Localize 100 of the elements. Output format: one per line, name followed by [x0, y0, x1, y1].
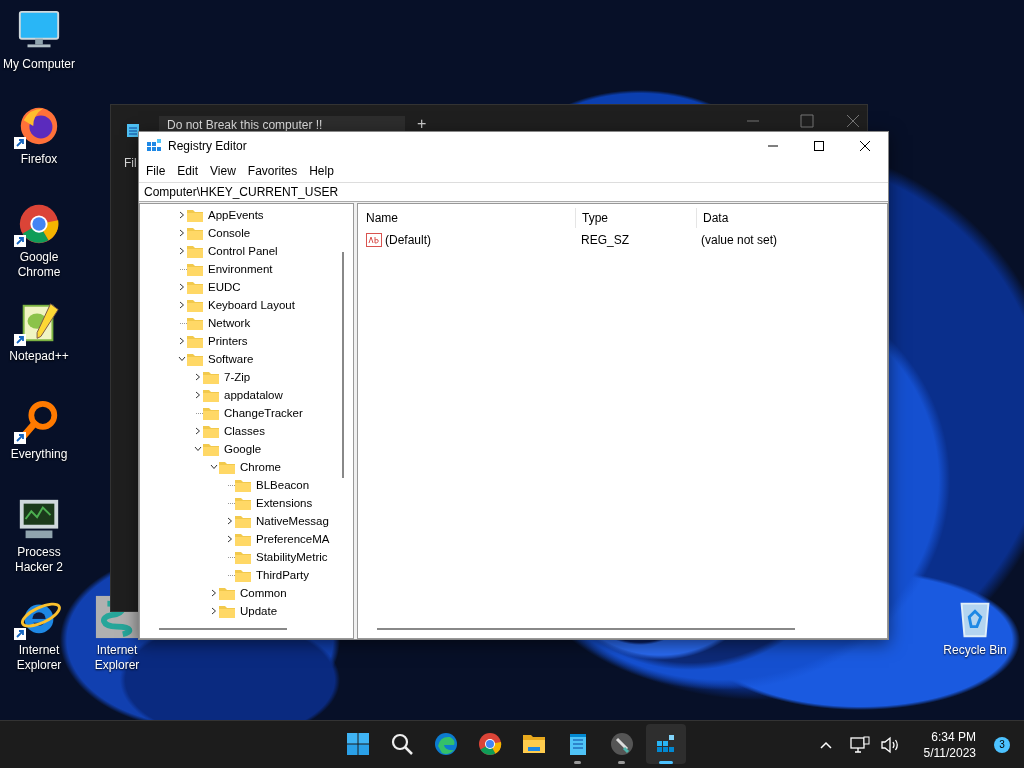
tree-item[interactable]: PreferenceMA	[256, 533, 330, 545]
menu-item[interactable]: Fil	[124, 156, 137, 170]
desktop-icon-label[interactable]: Internet Explorer	[0, 643, 78, 673]
windows-logo-icon	[346, 732, 370, 756]
column-header[interactable]: Type	[576, 208, 697, 228]
clock-time[interactable]: 6:34 PM	[931, 728, 976, 745]
tree-item[interactable]: Network	[208, 317, 251, 329]
chevron-up-icon[interactable]	[819, 740, 832, 749]
tree-item[interactable]: appdatalow	[224, 389, 283, 401]
folder-icon	[203, 406, 219, 420]
menu-item[interactable]: View	[204, 164, 242, 178]
scrollbar-thumb[interactable]	[342, 252, 344, 478]
tree-item[interactable]: Common	[240, 587, 287, 599]
folder-icon	[187, 226, 203, 240]
scrollbar-thumb[interactable]	[159, 628, 287, 630]
taskbar-button[interactable]	[646, 724, 686, 764]
tree-item[interactable]: Chrome	[240, 461, 281, 473]
chevron-down-icon[interactable]	[178, 355, 186, 363]
folder-icon	[203, 424, 219, 438]
notification-badge[interactable]: 3	[994, 736, 1010, 753]
desktop-icon-label[interactable]: Process Hacker 2	[0, 545, 78, 575]
speaker-icon[interactable]	[879, 735, 900, 754]
folder-icon	[187, 280, 203, 294]
folder-icon	[235, 568, 251, 582]
tree-item[interactable]: Printers	[208, 335, 248, 347]
tree-item[interactable]: EUDC	[208, 281, 241, 293]
folder-icon	[203, 388, 219, 402]
folder-icon	[219, 604, 235, 618]
desktop-icon-label[interactable]: Google Chrome	[0, 250, 78, 280]
chevron-right-icon[interactable]	[226, 517, 234, 525]
desktop-icon-label[interactable]: Internet Explorer	[78, 643, 156, 673]
desktop-icon-label[interactable]: My Computer	[3, 57, 75, 72]
tree-item[interactable]: ThirdParty	[256, 569, 310, 581]
folder-icon	[235, 550, 251, 564]
chevron-right-icon[interactable]	[194, 427, 202, 435]
tree-item[interactable]: Update	[240, 605, 278, 617]
column-header[interactable]: Name	[365, 208, 576, 228]
folder-icon	[203, 442, 219, 456]
chevron-right-icon[interactable]	[178, 211, 186, 219]
chevron-right-icon[interactable]	[178, 229, 186, 237]
folder-icon	[235, 496, 251, 510]
chevron-right-icon[interactable]	[178, 301, 186, 309]
folder-icon	[522, 732, 546, 756]
tree-item[interactable]: Software	[208, 353, 254, 365]
chevron-right-icon[interactable]	[210, 607, 218, 615]
folder-icon	[187, 316, 203, 330]
table-cell-text: REG_SZ	[580, 233, 630, 247]
column-header[interactable]: Data	[697, 208, 729, 228]
tree-item[interactable]: Console	[208, 227, 251, 239]
folder-icon	[219, 460, 235, 474]
chevron-right-icon[interactable]	[178, 247, 186, 255]
folder-icon	[235, 514, 251, 528]
chevron-right-icon[interactable]	[178, 283, 186, 291]
scrollbar-thumb[interactable]	[377, 628, 795, 630]
tree-item[interactable]: Google	[224, 443, 262, 455]
chevron-right-icon[interactable]	[194, 391, 202, 399]
desktop-icon-label[interactable]: Notepad++	[9, 349, 69, 364]
chevron-right-icon[interactable]	[210, 589, 218, 597]
tree-item[interactable]: 7-Zip	[224, 371, 251, 383]
tree-item[interactable]: ChangeTracker	[224, 407, 303, 419]
chevron-down-icon[interactable]	[194, 445, 202, 453]
tree-item[interactable]: Control Panel	[208, 245, 278, 257]
running-indicator	[618, 761, 625, 764]
chevron-down-icon[interactable]	[210, 463, 218, 471]
tree-item[interactable]: Extensions	[256, 497, 313, 509]
window-title: Registry Editor	[168, 139, 247, 153]
chevron-right-icon[interactable]	[178, 337, 186, 345]
desktop-icon-label[interactable]: Recycle Bin	[943, 643, 1007, 658]
folder-icon	[187, 298, 203, 312]
menu-item[interactable]: Help	[303, 164, 340, 178]
wrench-icon	[610, 732, 634, 756]
menu-item[interactable]: File	[140, 164, 172, 178]
edge-icon	[434, 732, 458, 756]
clock-date[interactable]: 5/11/2023	[923, 744, 976, 761]
table-cell-text: (value not set)	[700, 233, 778, 247]
folder-icon	[235, 478, 251, 492]
tree-item[interactable]: AppEvents	[208, 209, 264, 221]
address-field[interactable]: Computer\HKEY_CURRENT_USER	[139, 182, 888, 202]
chevron-right-icon[interactable]	[194, 373, 202, 381]
new-tab-button[interactable]: +	[417, 115, 427, 133]
menu-item[interactable]: Edit	[171, 164, 205, 178]
desktop-icon-label[interactable]: Firefox	[20, 152, 58, 167]
tree-item[interactable]: Keyboard Layout	[208, 299, 295, 311]
menu-item[interactable]: Favorites	[241, 164, 304, 178]
running-indicator	[659, 761, 673, 764]
search-icon	[390, 732, 414, 756]
tree-item[interactable]: StabilityMetric	[256, 551, 328, 563]
tree-item[interactable]: Environment	[208, 263, 273, 275]
running-indicator	[574, 761, 581, 764]
chevron-right-icon[interactable]	[226, 535, 234, 543]
folder-icon	[187, 244, 203, 258]
folder-icon	[187, 262, 203, 276]
desktop-icon-label[interactable]: Everything	[10, 447, 68, 462]
folder-icon	[203, 370, 219, 384]
network-icon[interactable]	[849, 735, 870, 754]
folder-icon	[187, 334, 203, 348]
folder-icon	[219, 586, 235, 600]
tree-item[interactable]: Classes	[224, 425, 265, 437]
tree-item[interactable]: BLBeacon	[256, 479, 310, 491]
tree-item[interactable]: NativeMessag	[256, 515, 329, 527]
